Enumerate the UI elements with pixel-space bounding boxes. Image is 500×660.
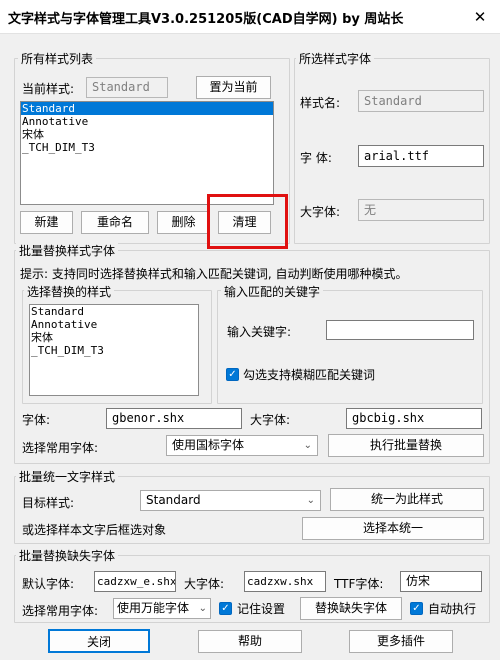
replace-missing-button[interactable]: 替换缺失字体 [300,597,402,620]
list-item[interactable]: Standard [30,305,198,318]
batch-hint: 提示: 支持同时选择替换样式和输入匹配关键词, 自动判断使用哪种模式。 [20,267,408,281]
keyword-subgroup-label: 输入匹配的关键字 [221,283,324,300]
list-item[interactable]: Standard [21,102,273,115]
target-style-value: Standard [146,493,201,507]
list-item[interactable]: 宋体 [21,128,273,141]
replace-bigfont-label: 大字体: [250,413,291,427]
target-style-select[interactable]: Standard ⌄ [140,490,321,511]
list-item[interactable]: _TCH_DIM_T3 [30,344,198,357]
keyword-subgroup [217,290,483,404]
font-field[interactable]: arial.ttf [358,145,484,167]
auto-execute-label: 自动执行 [428,602,477,616]
style-listbox[interactable]: Standard Annotative 宋体 _TCH_DIM_T3 [20,101,274,205]
chevron-down-icon: ⌄ [303,440,312,451]
help-button[interactable]: 帮助 [198,630,302,653]
replace-font-field[interactable]: gbenor.shx [106,408,242,429]
fuzzy-match-label: 勾选支持模糊匹配关键词 [243,368,376,382]
auto-execute-checkbox[interactable]: ✓ [410,602,423,615]
execute-batch-replace-button[interactable]: 执行批量替换 [328,434,484,457]
sample-select-label: 或选择样本文字后框选对象 [22,523,167,537]
bigfont-label: 大字体: [300,205,341,219]
replace-font-label: 字体: [22,413,51,427]
window-title: 文字样式与字体管理工具V3.0.251205版(CAD自学网) by 周站长 [8,12,404,27]
close-button[interactable]: 关闭 [48,629,150,653]
list-item[interactable]: Annotative [21,115,273,128]
style-list-group-label: 所有样式列表 [18,50,97,67]
batch-replace-group-label: 批量替换样式字体 [16,242,119,259]
unify-style-button[interactable]: 统一为此样式 [330,488,484,511]
rename-style-button[interactable]: 重命名 [81,211,149,234]
keyword-input[interactable] [326,320,474,340]
common-font-label: 选择常用字体: [22,441,99,455]
select-sample-button[interactable]: 选择本统一 [302,517,484,540]
missing-common-label: 选择常用字体: [22,604,99,618]
list-item[interactable]: 宋体 [30,331,198,344]
default-font-field[interactable]: cadzxw_e.shx [94,571,176,592]
missing-common-select[interactable]: 使用万能字体 ⌄ [113,598,211,619]
current-style-label: 当前样式: [22,82,75,96]
bigfont-field: 无 [358,199,484,221]
remember-settings-label: 记住设置 [237,602,286,616]
common-font-select[interactable]: 使用国标字体 ⌄ [166,435,318,456]
missing-bigfont-field[interactable]: cadzxw.shx [244,571,326,592]
missing-bigfont-label: 大字体: [184,577,225,591]
missing-common-value: 使用万能字体 [117,601,190,615]
close-icon[interactable]: ✕ [460,0,500,34]
chevron-down-icon: ⌄ [198,603,207,614]
more-plugins-button[interactable]: 更多插件 [349,630,453,653]
new-style-button[interactable]: 新建 [20,211,73,234]
unify-group-label: 批量统一文字样式 [16,468,119,485]
list-item[interactable]: _TCH_DIM_T3 [21,141,273,154]
default-font-label: 默认字体: [22,577,75,591]
common-font-value: 使用国标字体 [172,438,245,452]
style-name-field: Standard [358,90,484,112]
current-style-field: Standard [86,77,168,98]
set-current-button[interactable]: 置为当前 [196,76,271,99]
font-label: 字 体: [300,151,332,165]
style-name-label: 样式名: [300,96,341,110]
keyword-label: 输入关键字: [227,325,292,339]
remember-settings-checkbox[interactable]: ✓ [219,602,232,615]
target-style-label: 目标样式: [22,496,75,510]
highlight-box [207,194,288,249]
replace-bigfont-field[interactable]: gbcbig.shx [346,408,482,429]
delete-style-button[interactable]: 删除 [157,211,210,234]
ttf-font-label: TTF字体: [334,577,384,591]
selected-font-group-label: 所选样式字体 [296,50,375,67]
replace-style-listbox[interactable]: Standard Annotative 宋体 _TCH_DIM_T3 [29,304,199,396]
ttf-font-field[interactable]: 仿宋 [400,571,482,592]
fuzzy-match-checkbox[interactable]: ✓ [226,368,239,381]
chevron-down-icon: ⌄ [306,495,315,506]
list-item[interactable]: Annotative [30,318,198,331]
replace-style-subgroup-label: 选择替换的样式 [24,283,115,300]
missing-font-group-label: 批量替换缺失字体 [16,547,119,564]
